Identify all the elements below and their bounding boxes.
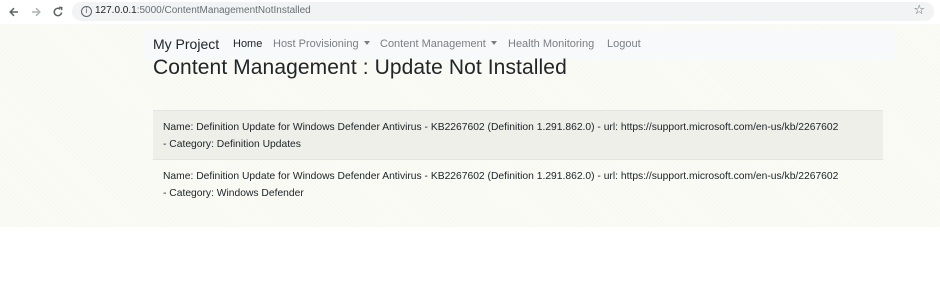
nav-host-provisioning-label: Host Provisioning	[273, 38, 359, 50]
nav-health-monitoring-link[interactable]: Health Monitoring	[508, 38, 594, 50]
item-name-url: Name: Definition Update for Windows Defe…	[163, 171, 839, 182]
nav-content-management-label: Content Management	[380, 38, 486, 50]
nav-home-link[interactable]: Home	[233, 38, 262, 50]
reload-icon[interactable]	[50, 4, 66, 20]
list-item: Name: Definition Update for Windows Defe…	[153, 110, 883, 159]
brand-link[interactable]: My Project	[153, 36, 219, 52]
star-icon[interactable]: ☆	[913, 3, 925, 18]
list-item-text: Name: Definition Update for Windows Defe…	[163, 119, 883, 153]
nav-home-label: Home	[233, 38, 263, 50]
info-icon[interactable]: i	[81, 6, 92, 17]
forward-icon[interactable]	[28, 4, 44, 20]
url-path: :5000/ContentManagementNotInstalled	[136, 5, 311, 16]
nav-logout-label: Logout	[607, 38, 641, 50]
caret-down-icon	[363, 41, 370, 45]
item-category: - Category: Definition Updates	[163, 139, 301, 150]
caret-down-icon	[490, 41, 497, 45]
address-bar[interactable]: i 127.0.0.1:5000/ContentManagementNotIns…	[72, 2, 934, 21]
back-icon[interactable]	[6, 4, 22, 20]
url-text[interactable]: 127.0.0.1:5000/ContentManagementNotInsta…	[95, 5, 311, 16]
nav-content-management-dropdown[interactable]: Content Management	[380, 38, 497, 50]
item-category: - Category: Windows Defender	[163, 188, 304, 199]
nav-logout-link[interactable]: Logout	[607, 38, 641, 50]
url-host: 127.0.0.1	[95, 5, 137, 16]
page-title: Content Management : Update Not Installe…	[153, 56, 567, 79]
nav-health-monitoring-label: Health Monitoring	[508, 38, 595, 50]
browser-toolbar: i 127.0.0.1:5000/ContentManagementNotIns…	[0, 0, 940, 24]
item-name-url: Name: Definition Update for Windows Defe…	[163, 122, 839, 133]
list-item-text: Name: Definition Update for Windows Defe…	[163, 168, 883, 202]
list-item: Name: Definition Update for Windows Defe…	[153, 159, 883, 208]
nav-host-provisioning-dropdown[interactable]: Host Provisioning	[273, 38, 370, 50]
